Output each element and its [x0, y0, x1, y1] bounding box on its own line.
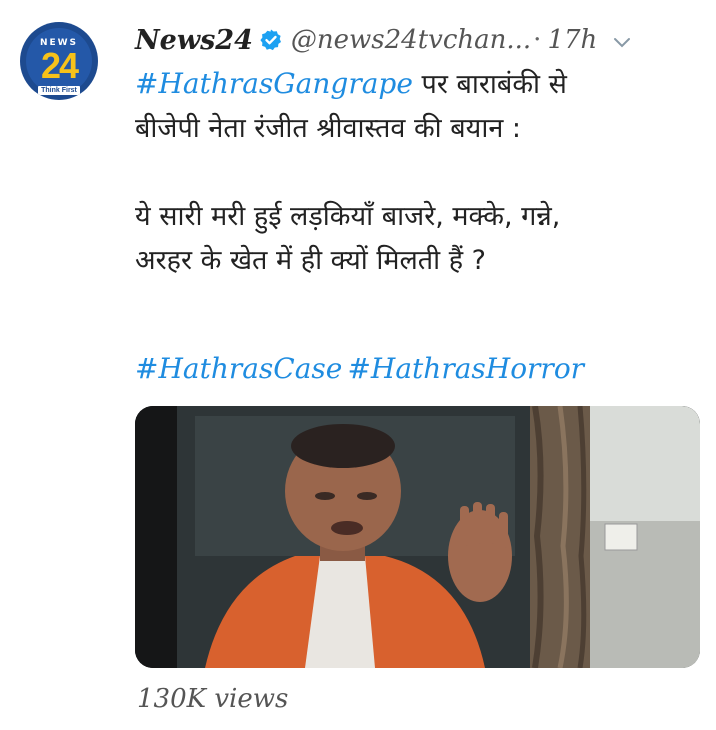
tweet-line-4: अरहर के खेत में ही क्यों मिलती हैं ? — [135, 245, 486, 276]
hashtags-row: #HathrasCase #HathrasHorror — [135, 352, 705, 385]
hashtag-link[interactable]: #HathrasGangrape — [135, 67, 413, 100]
tweet-card[interactable]: NEWS 24 Think First News24 @news24tvchan… — [0, 0, 716, 730]
verified-badge-icon — [259, 28, 283, 52]
video-thumbnail-image — [135, 406, 700, 668]
tweet-line-2: बीजेपी नेता रंजीत श्रीवास्तव की बयान : — [135, 113, 521, 144]
view-count: 130K views — [137, 684, 289, 714]
tweet-line-1: #HathrasGangrape पर बाराबंकी से — [135, 62, 705, 107]
avatar-logo-number: 24 — [40, 45, 79, 86]
hashtag-link[interactable]: #HathrasHorror — [347, 352, 584, 385]
author-avatar[interactable]: NEWS 24 Think First — [20, 22, 98, 100]
tweet-text: #HathrasGangrape पर बाराबंकी से बीजेपी न… — [135, 62, 705, 283]
tweet-header: News24 @news24tvchan... · 17h — [135, 20, 705, 60]
chevron-down-icon[interactable] — [613, 34, 631, 48]
tweet-line-1-text: पर बाराबंकी से — [412, 69, 567, 100]
hashtag-link[interactable]: #HathrasCase — [135, 352, 342, 385]
avatar-logo: NEWS 24 Think First — [26, 28, 92, 95]
author-handle[interactable]: @news24tvchan... — [291, 25, 531, 55]
avatar-logo-tagline: Think First — [38, 86, 80, 95]
tweet-line-3: ये सारी मरी हुई लड़कियाँ बाजरे, मक्के, ग… — [135, 201, 561, 232]
time-separator: · — [533, 25, 542, 55]
tweet-video[interactable] — [135, 406, 700, 668]
author-display-name[interactable]: News24 — [135, 25, 253, 56]
tweet-timestamp[interactable]: 17h — [547, 25, 597, 55]
